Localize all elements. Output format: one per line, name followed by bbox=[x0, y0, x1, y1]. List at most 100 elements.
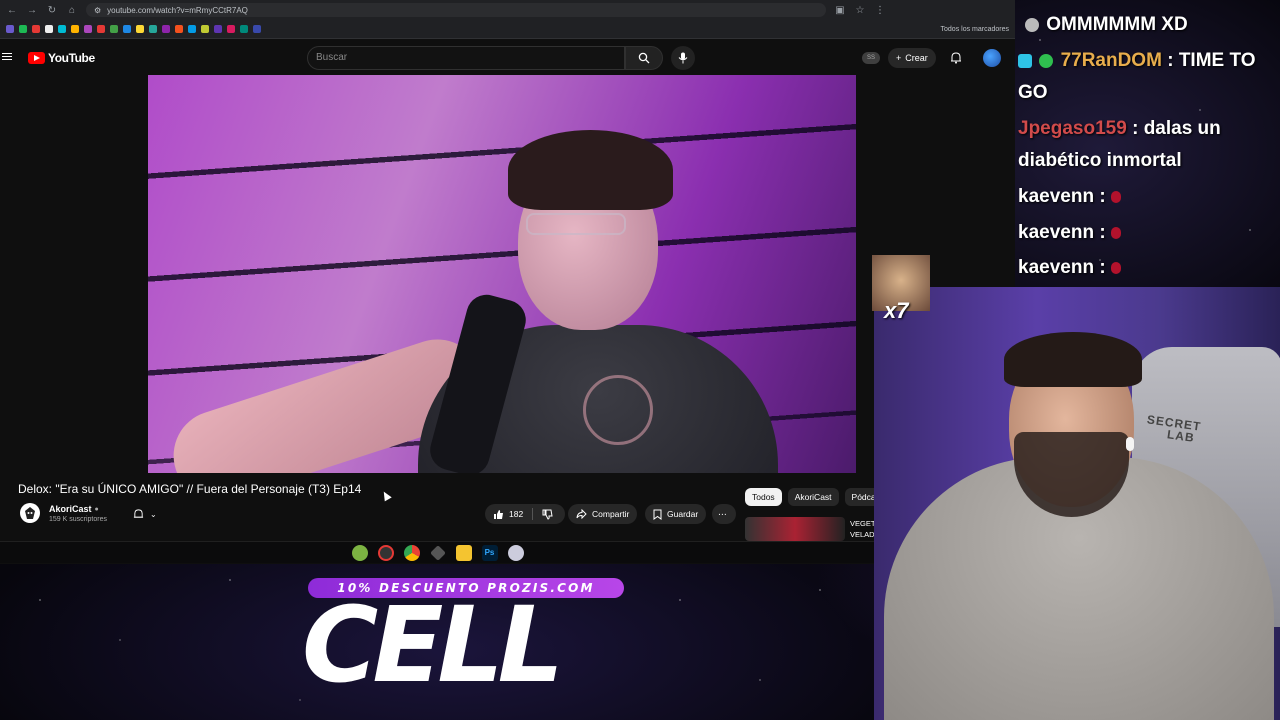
save-button[interactable]: Guardar bbox=[645, 504, 707, 524]
bookmark-icon[interactable] bbox=[19, 25, 27, 33]
back-icon[interactable]: ← bbox=[6, 5, 18, 16]
chat-username: kaevenn bbox=[1018, 186, 1095, 207]
video-frame-shirt-print bbox=[583, 375, 653, 445]
hamburger-menu-icon[interactable] bbox=[2, 51, 12, 61]
photoshop-icon[interactable]: Ps bbox=[481, 544, 498, 561]
chat-separator: : bbox=[1126, 118, 1144, 139]
earbud bbox=[1126, 437, 1134, 451]
promo-code-text: CELL bbox=[302, 584, 564, 706]
bookmark-icon[interactable] bbox=[84, 25, 92, 33]
account-avatar[interactable] bbox=[983, 49, 1001, 67]
site-info-icon[interactable]: ⚙ bbox=[94, 6, 101, 15]
taskbar-app-icon[interactable] bbox=[377, 544, 394, 561]
more-actions-button[interactable]: ⋯ bbox=[712, 504, 736, 524]
bookmark-icon[interactable] bbox=[58, 25, 66, 33]
like-button[interactable]: 182 bbox=[493, 509, 523, 520]
chevron-down-icon: ⌄ bbox=[150, 509, 157, 519]
chat-username: Jpegaso159 bbox=[1018, 118, 1127, 139]
voice-search-button[interactable] bbox=[671, 46, 695, 70]
chat-message: 77RanDOM : TIME TO bbox=[1018, 50, 1256, 72]
chat-message: kaevenn : bbox=[1018, 186, 1121, 208]
youtube-logo-text: YouTube bbox=[48, 51, 95, 65]
chat-message-continuation: diabético inmortal bbox=[1018, 150, 1182, 172]
forward-icon[interactable]: → bbox=[26, 5, 38, 16]
menu-dots-icon[interactable]: ⋮ bbox=[874, 5, 886, 16]
chat-overlay: OMMMMMM XD 77RanDOM : TIME TO GO Jpegaso… bbox=[1015, 0, 1280, 287]
search-input[interactable]: Buscar bbox=[307, 46, 625, 70]
chat-username: 77RanDOM bbox=[1060, 50, 1162, 71]
url-text: youtube.com/watch?v=mRmyCCtR7AQ bbox=[107, 5, 248, 15]
chat-username: kaevenn bbox=[1018, 222, 1095, 243]
file-explorer-icon[interactable] bbox=[455, 544, 472, 561]
notifications-bell-icon[interactable] bbox=[950, 51, 962, 64]
taskbar-app-icon[interactable] bbox=[429, 544, 446, 561]
bookmark-icon[interactable] bbox=[45, 25, 53, 33]
bookmark-icon[interactable] bbox=[149, 25, 157, 33]
chat-message: kaevenn : bbox=[1018, 222, 1121, 244]
bookmark-icon[interactable] bbox=[175, 25, 183, 33]
bookmark-icon[interactable] bbox=[6, 25, 14, 33]
address-bar[interactable]: ⚙ youtube.com/watch?v=mRmyCCtR7AQ bbox=[86, 3, 826, 17]
thumbs-down-icon[interactable] bbox=[542, 509, 553, 520]
bookmarks-bar: Todos los marcadores bbox=[0, 20, 1015, 39]
all-bookmarks-link[interactable]: Todos los marcadores bbox=[941, 26, 1009, 33]
like-count: 182 bbox=[509, 509, 524, 519]
chat-message-continuation: GO bbox=[1018, 82, 1048, 104]
recommended-video-title[interactable]: VEGET VELAD bbox=[850, 518, 875, 540]
bookmark-icon[interactable] bbox=[123, 25, 131, 33]
bookmark-icon[interactable] bbox=[188, 25, 196, 33]
chip-akoricast[interactable]: AkoriCast bbox=[787, 488, 839, 506]
thumbs-up-icon bbox=[494, 509, 503, 519]
reload-icon[interactable]: ↻ bbox=[46, 5, 58, 16]
bookmark-icon[interactable] bbox=[32, 25, 40, 33]
chip-todos[interactable]: Todos bbox=[745, 488, 782, 506]
webcam-feed: SECRET LAB bbox=[874, 287, 1280, 720]
chat-badge-icon bbox=[1018, 53, 1032, 68]
bookmark-icon[interactable] bbox=[110, 25, 118, 33]
extensions-icon[interactable]: ▣ bbox=[834, 5, 846, 16]
taskbar-app-icon[interactable] bbox=[507, 544, 524, 561]
chat-message: Jpegaso159 : dalas un bbox=[1018, 118, 1221, 140]
divider bbox=[532, 508, 534, 520]
bookmark-icon[interactable] bbox=[214, 25, 222, 33]
bell-icon bbox=[133, 509, 144, 518]
search-button[interactable] bbox=[625, 46, 663, 70]
bookmark-icon[interactable] bbox=[136, 25, 144, 33]
taskbar-app-icon[interactable] bbox=[351, 544, 368, 561]
chat-separator: : bbox=[1161, 50, 1179, 71]
home-icon[interactable]: ⌂ bbox=[66, 5, 78, 16]
reco-title-line-2: VELAD bbox=[850, 530, 875, 539]
bookmark-icon[interactable] bbox=[162, 25, 170, 33]
youtube-header: YouTube Buscar SS + Crear bbox=[0, 41, 1015, 75]
share-button[interactable]: Compartir bbox=[568, 504, 638, 524]
subscription-bell-button[interactable]: ⌄ bbox=[128, 505, 168, 523]
emote-multiplier: x7 bbox=[884, 298, 909, 323]
bookmark-icon bbox=[653, 509, 662, 520]
bookmark-icon[interactable] bbox=[227, 25, 235, 33]
recommended-video-thumbnail[interactable] bbox=[745, 517, 845, 541]
chat-text: TIME TO bbox=[1178, 50, 1256, 71]
bookmark-icon[interactable] bbox=[253, 25, 261, 33]
create-button[interactable]: + Crear bbox=[888, 48, 936, 68]
chat-text: GO bbox=[1018, 82, 1048, 103]
ss-badge[interactable]: SS bbox=[862, 52, 880, 64]
bookmark-icon[interactable] bbox=[71, 25, 79, 33]
bookmark-icon[interactable] bbox=[240, 25, 248, 33]
chat-message: OMMMMMM XD bbox=[1025, 14, 1188, 36]
chat-text: dalas un bbox=[1143, 118, 1221, 139]
bookmark-icon[interactable] bbox=[201, 25, 209, 33]
bookmark-icon[interactable] bbox=[97, 25, 105, 33]
chat-message: kaevenn : bbox=[1018, 257, 1121, 279]
plus-icon: + bbox=[896, 53, 902, 63]
youtube-logo[interactable]: YouTube bbox=[28, 51, 95, 65]
bookmark-star-icon[interactable]: ☆ bbox=[854, 5, 866, 16]
recommendation-chips: Todos AkoriCast Pódca bbox=[745, 488, 883, 506]
channel-name-link[interactable]: AkoriCast ● bbox=[49, 504, 99, 514]
more-dots-icon: ⋯ bbox=[718, 508, 727, 519]
stream-scene: ← → ↻ ⌂ ⚙ youtube.com/watch?v=mRmyCCtR7A… bbox=[0, 0, 1280, 720]
video-player[interactable] bbox=[148, 75, 856, 473]
chrome-icon[interactable] bbox=[403, 544, 420, 561]
taskbar: Ps bbox=[0, 541, 875, 563]
channel-avatar[interactable] bbox=[20, 503, 40, 523]
chat-emote-icon bbox=[1025, 17, 1039, 32]
